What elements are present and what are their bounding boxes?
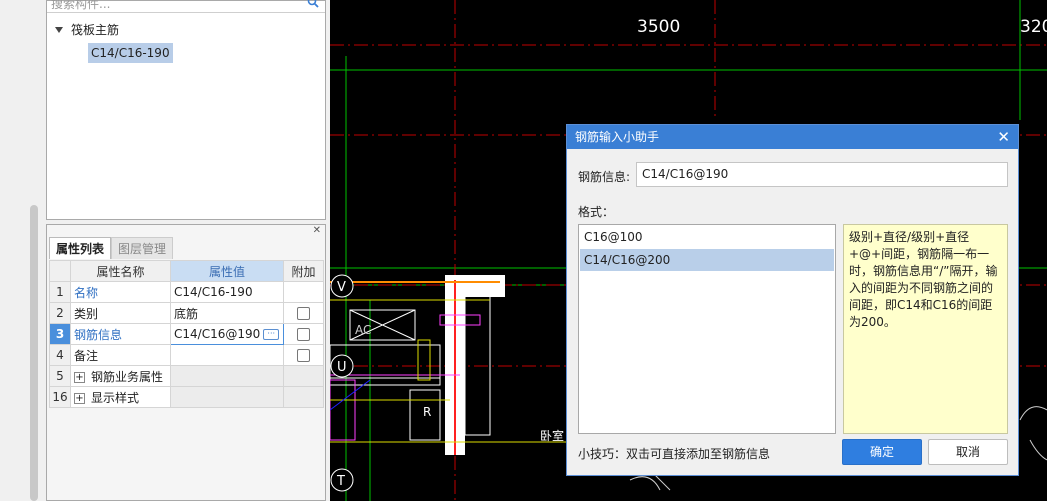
tab-property-list[interactable]: 属性列表 — [49, 237, 112, 259]
dialog-title: 钢筋输入小助手 — [575, 130, 660, 144]
table-row[interactable]: 2 类别 底筋 — [49, 302, 324, 324]
table-row-group[interactable]: 5 + 钢筋业务属性 — [49, 365, 324, 387]
property-name: 显示样式 — [91, 390, 140, 405]
left-scroll-strip — [0, 0, 46, 501]
property-group[interactable]: + 钢筋业务属性 — [70, 365, 171, 387]
extra-checkbox[interactable] — [297, 328, 310, 341]
component-tree: 搜索构件... 筏板主筋 C14/C16-190 — [46, 0, 326, 220]
property-tabs: 属性列表 图层管理 — [49, 237, 174, 259]
format-list[interactable]: C16@100 C14/C16@200 — [578, 224, 836, 434]
property-value[interactable]: C14/C16-190 — [170, 281, 284, 303]
axis-marker-u: U — [337, 360, 347, 375]
column-header-name: 属性名称 — [70, 260, 171, 282]
axis-marker-v: V — [337, 280, 346, 295]
table-header-row: 属性名称 属性值 附加 — [49, 260, 324, 282]
dimension-label: 320 — [1020, 17, 1047, 37]
property-value — [170, 365, 284, 387]
collapse-triangle-icon[interactable] — [55, 27, 63, 33]
expand-icon[interactable]: + — [74, 371, 85, 383]
property-name: 备注 — [70, 344, 171, 366]
property-name: 钢筋业务属性 — [91, 369, 164, 384]
extra-checkbox[interactable] — [297, 349, 310, 362]
format-item[interactable]: C16@100 — [580, 226, 834, 248]
row-number: 5 — [49, 365, 71, 387]
cad-label-ac: AC — [355, 323, 371, 337]
tree-child-node[interactable]: C14/C16-190 — [88, 43, 173, 63]
table-row-selected[interactable]: 3 钢筋信息 C14/C16@190 ··· — [49, 323, 324, 345]
close-icon[interactable]: ✕ — [313, 225, 321, 236]
property-value — [170, 386, 284, 408]
rebar-input-dialog: 钢筋输入小助手 ✕ 钢筋信息: C14/C16@190 格式： C16@100 … — [566, 124, 1019, 476]
row-number: 1 — [49, 281, 71, 303]
cad-label-room: 卧室 — [540, 428, 564, 443]
extra-cell — [283, 386, 324, 408]
extra-cell — [283, 281, 324, 303]
property-name: 名称 — [70, 281, 171, 303]
table-row[interactable]: 1 名称 C14/C16-190 — [49, 281, 324, 303]
rebar-info-label: 钢筋信息: — [578, 170, 631, 184]
extra-cell — [283, 344, 324, 366]
row-number: 2 — [49, 302, 71, 324]
format-item-selected[interactable]: C14/C16@200 — [580, 249, 834, 271]
axis-marker-t: T — [336, 474, 345, 489]
property-value-editor[interactable]: C14/C16@190 ··· — [170, 323, 284, 345]
cad-label-r: R — [423, 405, 431, 419]
tree-root-node[interactable]: 筏板主筋 — [55, 21, 119, 39]
ellipsis-button[interactable]: ··· — [263, 329, 280, 340]
left-panel: 搜索构件... 筏板主筋 C14/C16-190 ✕ 属性列表 图层管理 属性名… — [46, 0, 376, 501]
format-label: 格式： — [578, 205, 615, 219]
format-help-text: 级别+直径/级别+直径+@+间距，钢筋隔一布一时，钢筋信息用“/”隔开，输入的间… — [843, 224, 1008, 434]
cancel-button[interactable]: 取消 — [928, 439, 1008, 465]
corner-cell — [49, 260, 71, 282]
table-row[interactable]: 4 备注 — [49, 344, 324, 366]
property-value[interactable] — [170, 344, 284, 366]
dialog-titlebar[interactable]: 钢筋输入小助手 ✕ — [567, 125, 1018, 149]
property-group[interactable]: + 显示样式 — [70, 386, 171, 408]
extra-cell — [283, 302, 324, 324]
vertical-scrollbar[interactable] — [30, 205, 38, 501]
extra-checkbox[interactable] — [297, 307, 310, 320]
row-number: 16 — [49, 386, 71, 408]
property-value[interactable]: 底筋 — [170, 302, 284, 324]
search-input[interactable]: 搜索构件... — [51, 0, 110, 12]
search-icon[interactable] — [307, 0, 319, 8]
row-number: 4 — [49, 344, 71, 366]
property-table: 属性名称 属性值 附加 1 名称 C14/C16-190 2 类别 底筋 3 钢… — [49, 260, 324, 408]
property-name: 类别 — [70, 302, 171, 324]
extra-cell — [283, 365, 324, 387]
property-panel: ✕ 属性列表 图层管理 属性名称 属性值 附加 1 名称 C14/C16-190… — [46, 224, 326, 501]
search-box[interactable]: 搜索构件... — [47, 0, 325, 13]
dimension-label: 3500 — [637, 17, 681, 37]
extra-cell — [283, 323, 324, 345]
ok-button[interactable]: 确定 — [842, 439, 922, 465]
tree-root-label: 筏板主筋 — [71, 23, 120, 37]
row-number: 3 — [49, 323, 71, 345]
property-name: 钢筋信息 — [70, 323, 171, 345]
tab-layer-manager[interactable]: 图层管理 — [111, 237, 174, 259]
property-value[interactable]: C14/C16@190 — [174, 327, 260, 341]
close-icon[interactable]: ✕ — [997, 125, 1010, 149]
table-row-group[interactable]: 16 + 显示样式 — [49, 386, 324, 408]
tip-text: 小技巧：双击可直接添加至钢筋信息 — [578, 447, 771, 461]
column-header-value: 属性值 — [170, 260, 284, 282]
rebar-info-input[interactable]: C14/C16@190 — [636, 162, 1008, 187]
column-header-extra: 附加 — [283, 260, 324, 282]
expand-icon[interactable]: + — [74, 392, 85, 404]
